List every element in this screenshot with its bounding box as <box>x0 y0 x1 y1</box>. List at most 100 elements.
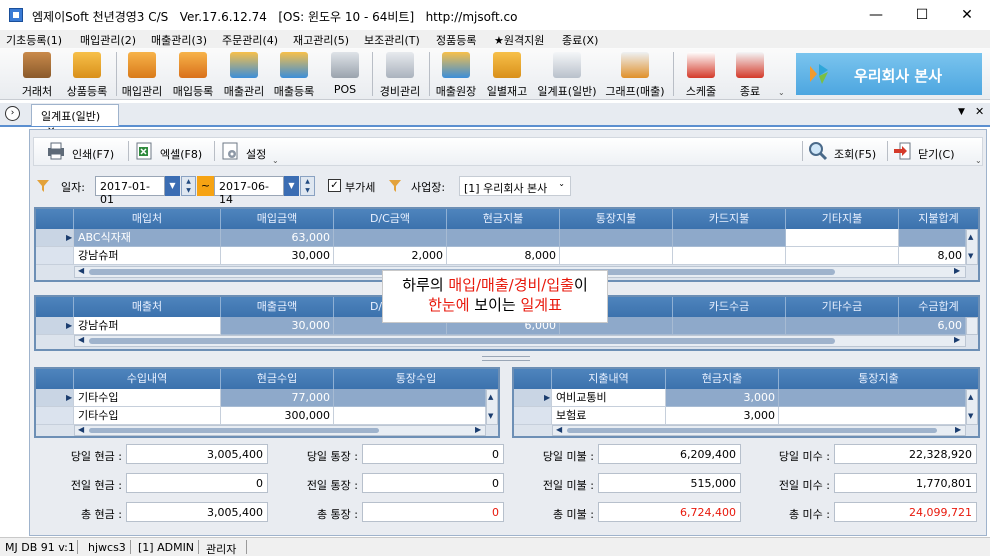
company-brand[interactable]: 우리회사 본사 <box>796 53 982 95</box>
toolbar-exit-button[interactable]: 종료 <box>728 50 772 98</box>
column-header[interactable]: 매출금액 <box>221 297 334 317</box>
table-cell[interactable]: 6,00 <box>899 317 966 335</box>
table-cell[interactable]: 300,000 <box>221 407 334 425</box>
column-header[interactable]: 카드지불 <box>673 209 786 229</box>
column-header[interactable]: 현금지불 <box>447 209 560 229</box>
date-to-input[interactable]: 2017-06-14 <box>214 176 284 206</box>
toolbar-ledger-button[interactable]: 매출원장 <box>431 50 481 98</box>
menu-order[interactable]: 주문관리(4) <box>222 32 278 48</box>
menu-auxiliary[interactable]: 보조관리(T) <box>364 32 420 48</box>
vertical-scrollbar[interactable]: ▲ ▼ <box>966 229 978 265</box>
close-report-button[interactable]: 닫기(C) <box>892 141 964 163</box>
splitter-handle[interactable] <box>482 356 530 361</box>
table-row[interactable]: 보험료 3,000 <box>514 407 966 425</box>
toolbar-graph-button[interactable]: 그래프(매출) <box>601 50 669 98</box>
vat-checkbox[interactable]: ✓ <box>328 179 341 192</box>
table-cell-selected[interactable] <box>786 229 899 247</box>
table-cell[interactable]: 63,000 <box>221 229 334 247</box>
table-cell[interactable] <box>673 247 786 265</box>
scroll-left-icon[interactable]: ◀ <box>78 266 84 275</box>
table-cell[interactable]: 3,000 <box>666 407 779 425</box>
table-cell[interactable] <box>899 229 966 247</box>
scroll-up-icon[interactable]: ▲ <box>968 393 973 401</box>
column-header[interactable]: 지불합계 <box>899 209 978 229</box>
toolbar-overflow-icon[interactable]: ⌄ <box>778 88 785 97</box>
menu-basic-registration[interactable]: 기초등록(1) <box>6 32 62 48</box>
date-from-spinner[interactable]: ▲ ▼ <box>181 176 196 196</box>
toolbar-expense-button[interactable]: 경비관리 <box>375 50 425 98</box>
menu-sales[interactable]: 매출관리(3) <box>151 32 207 48</box>
scrollbar-thumb[interactable] <box>89 428 379 433</box>
overflow-chevron-icon[interactable]: ⌄ <box>975 156 982 165</box>
table-cell[interactable]: 8,00 <box>899 247 966 265</box>
table-cell[interactable] <box>334 407 486 425</box>
column-header[interactable]: D/C금액 <box>334 209 447 229</box>
table-cell[interactable] <box>673 317 786 335</box>
table-cell[interactable]: 강남슈퍼 <box>74 247 221 265</box>
toolbar-sales-manage-button[interactable]: 매출관리 <box>220 50 268 98</box>
column-header[interactable]: 매출처 <box>74 297 221 317</box>
table-cell[interactable]: 3,000 <box>666 389 779 407</box>
scroll-up-icon[interactable]: ▲ <box>968 233 973 241</box>
scroll-right-icon[interactable]: ▶ <box>475 425 481 434</box>
menu-inventory[interactable]: 재고관리(5) <box>293 32 349 48</box>
table-cell[interactable] <box>786 317 899 335</box>
scroll-down-icon[interactable]: ▼ <box>968 412 973 420</box>
table-row[interactable]: 기타수입 300,000 <box>36 407 486 425</box>
toolbar-daily-stock-button[interactable]: 일별재고 <box>482 50 532 98</box>
vertical-scrollbar[interactable] <box>966 317 978 335</box>
column-header[interactable]: 카드수금 <box>673 297 786 317</box>
table-cell[interactable]: 30,000 <box>221 317 334 335</box>
table-cell[interactable]: 2,000 <box>334 247 447 265</box>
table-cell-selected[interactable]: 여비교통비 <box>552 389 666 407</box>
column-header[interactable]: 현금수입 <box>221 369 334 389</box>
horizontal-scrollbar[interactable]: ◀ ▶ <box>74 425 486 436</box>
table-cell[interactable]: 8,000 <box>447 247 560 265</box>
column-header[interactable]: 수금합계 <box>899 297 978 317</box>
scroll-right-icon[interactable]: ▶ <box>954 266 960 275</box>
column-header[interactable]: 통장수입 <box>334 369 498 389</box>
toolbar-sales-add-button[interactable]: 매출등록 <box>270 50 318 98</box>
menu-remote-support[interactable]: ★원격지원 <box>494 32 544 48</box>
menu-purchase[interactable]: 매입관리(2) <box>80 32 136 48</box>
scroll-right-icon[interactable]: ▶ <box>954 335 960 344</box>
toolbar-schedule-button[interactable]: 스케줄 <box>678 50 724 98</box>
table-cell[interactable]: 30,000 <box>221 247 334 265</box>
scroll-right-icon[interactable]: ▶ <box>955 425 961 434</box>
toolbar-purchase-manage-button[interactable]: 매입관리 <box>118 50 166 98</box>
table-cell[interactable] <box>560 247 673 265</box>
table-cell[interactable] <box>560 229 673 247</box>
column-header[interactable]: 현금지출 <box>666 369 779 389</box>
print-button[interactable]: 인쇄(F7) <box>46 141 126 163</box>
toolbar-daily-report-button[interactable]: 일계표(일반) <box>534 50 600 98</box>
column-header[interactable]: 통장지불 <box>560 209 673 229</box>
tab-list-dropdown-icon[interactable]: ▼ <box>958 107 965 117</box>
scroll-left-icon[interactable]: ◀ <box>556 425 562 434</box>
column-header[interactable]: 통장지출 <box>779 369 978 389</box>
scrollbar-thumb[interactable] <box>567 428 937 433</box>
column-header[interactable]: 매입처 <box>74 209 221 229</box>
vertical-scrollbar[interactable]: ▲ ▼ <box>486 389 498 425</box>
date-from-calendar-dropdown[interactable]: ▼ <box>165 176 180 196</box>
table-cell[interactable] <box>334 389 486 407</box>
table-cell[interactable] <box>786 247 899 265</box>
column-header[interactable]: 지출내역 <box>552 369 666 389</box>
overflow-chevron-icon[interactable]: ⌄ <box>272 156 279 165</box>
toolbar-pos-button[interactable]: POS <box>322 50 368 98</box>
scroll-down-icon[interactable]: ▼ <box>968 252 973 260</box>
horizontal-scrollbar[interactable]: ◀ ▶ <box>552 425 966 436</box>
table-cell[interactable]: ABC식자재 <box>74 229 221 247</box>
column-header[interactable]: 수입내역 <box>74 369 221 389</box>
settings-button[interactable]: 설정 <box>220 141 280 163</box>
tab-close-all-icon[interactable]: ✕ <box>975 105 984 118</box>
table-cell[interactable] <box>673 229 786 247</box>
scroll-left-icon[interactable]: ◀ <box>78 335 84 344</box>
minimize-button[interactable]: — <box>853 2 899 28</box>
table-cell[interactable]: 기타수입 <box>74 407 221 425</box>
table-cell[interactable]: 보험료 <box>552 407 666 425</box>
table-cell[interactable] <box>779 407 966 425</box>
search-button[interactable]: 조회(F5) <box>808 141 886 163</box>
table-cell-selected[interactable]: 강남슈퍼 <box>74 317 221 335</box>
business-select[interactable]: [1] 우리회사 본사 ⌄ <box>459 176 571 196</box>
vertical-scrollbar[interactable]: ▲ ▼ <box>966 389 978 425</box>
